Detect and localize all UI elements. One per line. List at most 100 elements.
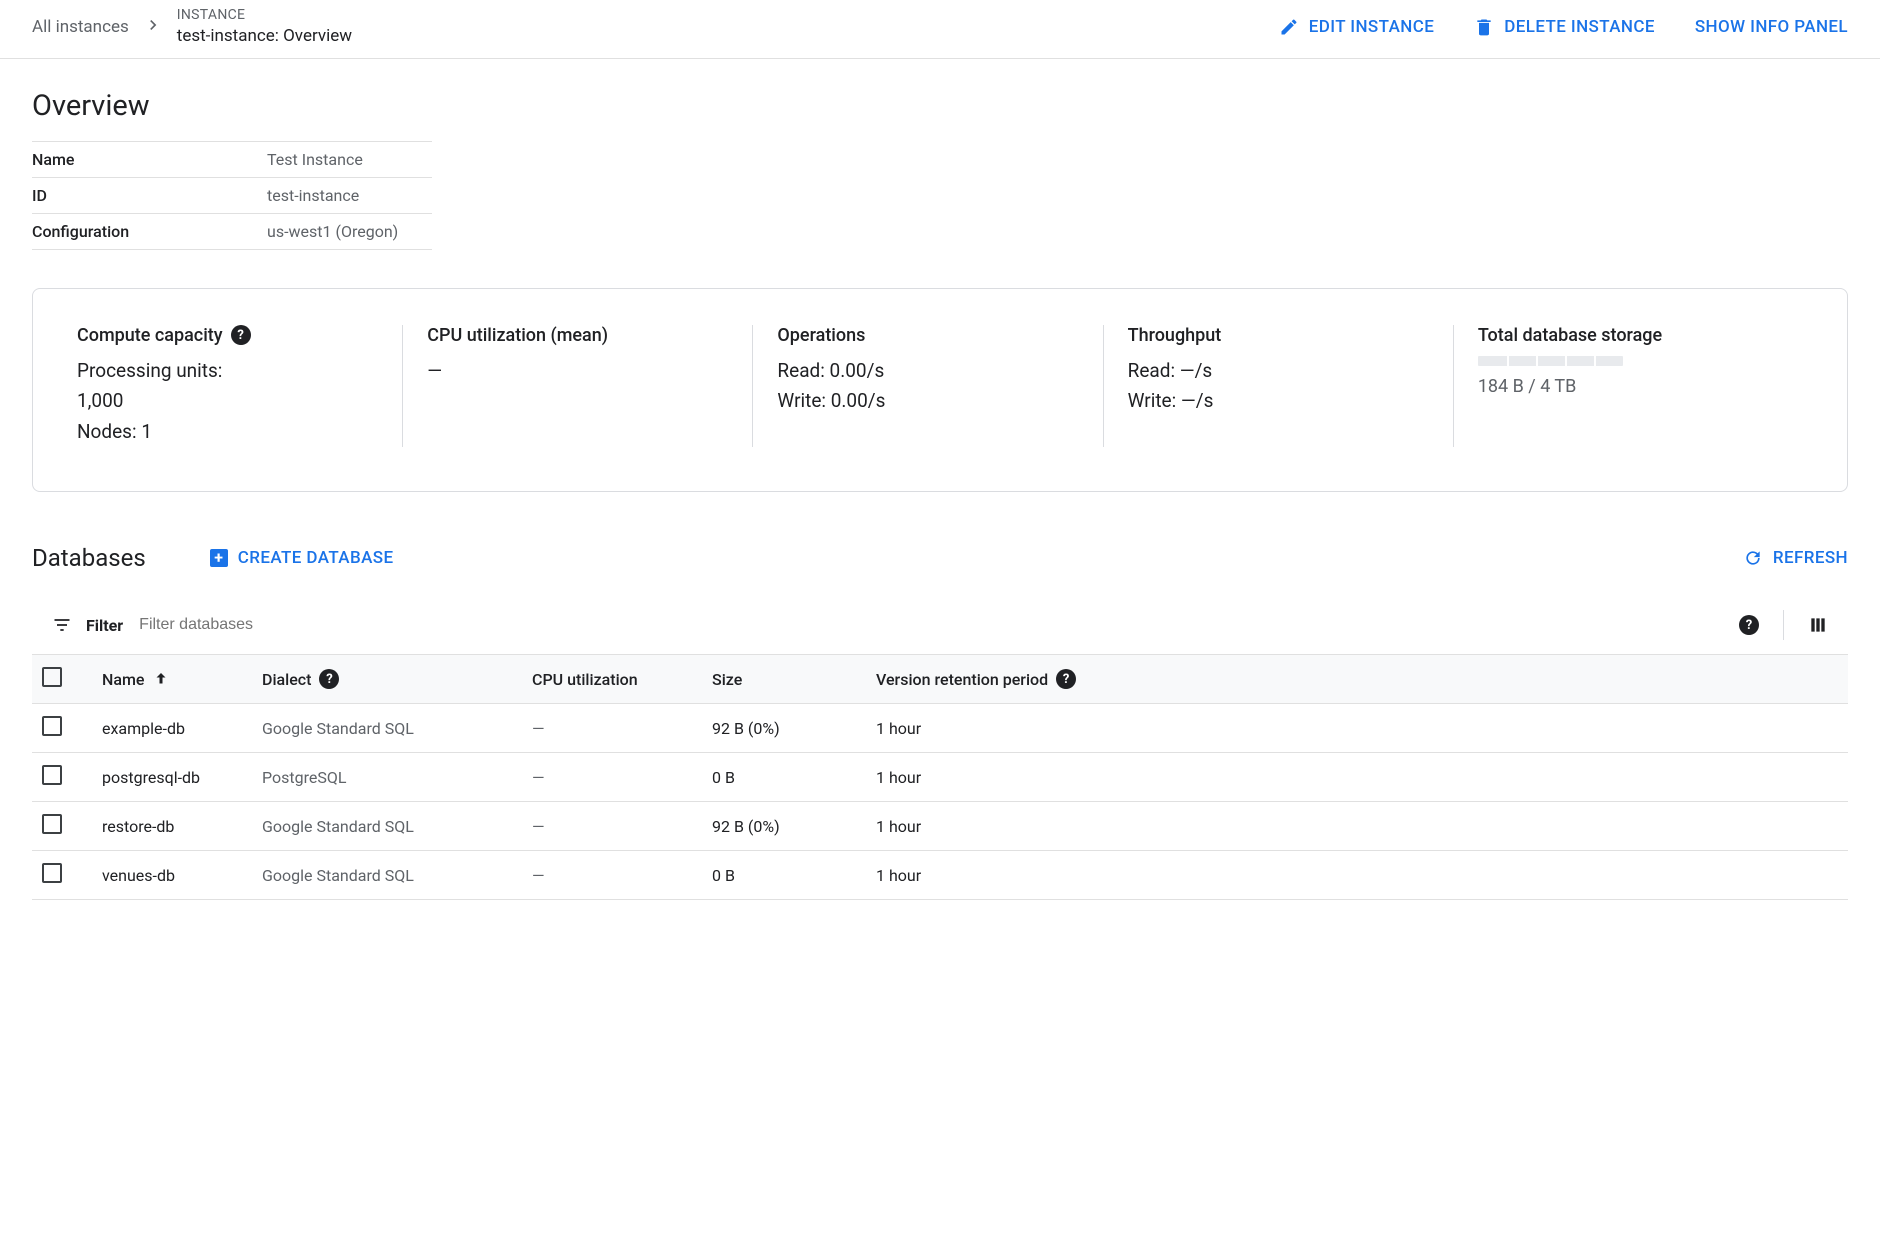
sort-asc-icon — [152, 670, 170, 688]
filter-bar: Filter ? — [32, 600, 1848, 650]
databases-title: Databases — [32, 544, 146, 572]
db-dialect-cell: Google Standard SQL — [252, 851, 522, 900]
refresh-icon — [1743, 548, 1763, 568]
db-cpu-cell: — — [522, 851, 702, 900]
table-header-row: Name Dialect ? CPU utilization Size Vers… — [32, 655, 1848, 704]
db-dialect-cell: Google Standard SQL — [252, 704, 522, 753]
storage-usage-text: 184 B / 4 TB — [1478, 376, 1779, 397]
processing-units-value: 1,000 — [77, 389, 123, 412]
overview-name-label: Name — [32, 141, 267, 177]
overview-row-id: ID test-instance — [32, 177, 432, 213]
metric-throughput-title: Throughput — [1128, 325, 1222, 346]
db-name-cell[interactable]: venues-db — [92, 851, 252, 900]
overview-row-name: Name Test Instance — [32, 141, 432, 177]
breadcrumb: All instances INSTANCE test-instance: Ov… — [32, 6, 1279, 48]
create-database-button[interactable]: + CREATE DATABASE — [210, 548, 394, 568]
table-row: example-dbGoogle Standard SQL—92 B (0%)1… — [32, 704, 1848, 753]
overview-id-label: ID — [32, 177, 267, 213]
select-all-checkbox[interactable] — [42, 667, 62, 687]
metric-compute-title: Compute capacity — [77, 325, 223, 346]
row-checkbox[interactable] — [42, 863, 62, 883]
overview-id-value: test-instance — [267, 177, 432, 213]
metric-storage: Total database storage 184 B / 4 TB — [1453, 325, 1803, 447]
db-name-cell[interactable]: example-db — [92, 704, 252, 753]
help-icon[interactable]: ? — [319, 669, 339, 689]
chevron-right-icon — [143, 15, 163, 39]
overview-config-label: Configuration — [32, 213, 267, 249]
breadcrumb-type-label: INSTANCE — [177, 6, 352, 25]
throughput-write: Write: —/s — [1128, 386, 1429, 416]
page-header: All instances INSTANCE test-instance: Ov… — [0, 0, 1880, 59]
db-name-cell[interactable]: postgresql-db — [92, 753, 252, 802]
operations-write: Write: 0.00/s — [777, 386, 1078, 416]
db-size-cell: 92 B (0%) — [702, 704, 832, 753]
divider — [1783, 610, 1784, 640]
db-dialect-cell: Google Standard SQL — [252, 802, 522, 851]
help-icon[interactable]: ? — [1739, 615, 1759, 635]
table-row: restore-dbGoogle Standard SQL—92 B (0%)1… — [32, 802, 1848, 851]
metric-throughput: Throughput Read: —/s Write: —/s — [1103, 325, 1453, 447]
db-cpu-cell: — — [522, 704, 702, 753]
overview-name-value: Test Instance — [267, 141, 432, 177]
col-name-label: Name — [102, 670, 144, 689]
delete-instance-button[interactable]: DELETE INSTANCE — [1474, 17, 1655, 37]
col-dialect-header[interactable]: Dialect ? — [252, 655, 522, 704]
col-retention-header[interactable]: Version retention period ? — [832, 655, 1848, 704]
filter-icon — [52, 615, 72, 635]
db-retention-cell: 1 hour — [832, 753, 1848, 802]
db-size-cell: 0 B — [702, 753, 832, 802]
filter-label: Filter — [86, 616, 123, 635]
table-row: postgresql-dbPostgreSQL—0 B1 hour — [32, 753, 1848, 802]
plus-icon: + — [210, 549, 228, 567]
trash-icon — [1474, 17, 1494, 37]
row-checkbox[interactable] — [42, 814, 62, 834]
row-checkbox[interactable] — [42, 716, 62, 736]
col-retention-label: Version retention period — [876, 670, 1048, 689]
databases-table: Name Dialect ? CPU utilization Size Vers… — [32, 654, 1848, 900]
refresh-label: REFRESH — [1773, 548, 1848, 568]
overview-row-config: Configuration us-west1 (Oregon) — [32, 213, 432, 249]
filter-input[interactable] — [137, 615, 1725, 635]
help-icon[interactable]: ? — [231, 325, 251, 345]
overview-properties-table: Name Test Instance ID test-instance Conf… — [32, 141, 432, 250]
db-size-cell: 0 B — [702, 851, 832, 900]
metric-cpu-title: CPU utilization (mean) — [427, 325, 608, 346]
metric-cpu-utilization: CPU utilization (mean) — — [402, 325, 752, 447]
help-icon[interactable]: ? — [1056, 669, 1076, 689]
col-dialect-label: Dialect — [262, 670, 311, 689]
db-cpu-cell: — — [522, 802, 702, 851]
col-name-header[interactable]: Name — [92, 655, 252, 704]
columns-icon[interactable] — [1808, 615, 1828, 635]
nodes-label: Nodes: — [77, 420, 137, 443]
breadcrumb-current-name: test-instance: Overview — [177, 25, 352, 48]
metric-compute-capacity: Compute capacity ? Processing units: 1,0… — [77, 325, 402, 447]
databases-section-header: Databases + CREATE DATABASE REFRESH — [32, 544, 1848, 572]
edit-instance-label: EDIT INSTANCE — [1309, 17, 1434, 37]
db-dialect-cell: PostgreSQL — [252, 753, 522, 802]
metric-operations-title: Operations — [777, 325, 865, 346]
overview-config-value: us-west1 (Oregon) — [267, 213, 432, 249]
nodes-value: 1 — [141, 420, 152, 443]
pencil-icon — [1279, 17, 1299, 37]
show-info-panel-button[interactable]: SHOW INFO PANEL — [1695, 17, 1848, 37]
db-retention-cell: 1 hour — [832, 704, 1848, 753]
col-size-header[interactable]: Size — [702, 655, 832, 704]
db-size-cell: 92 B (0%) — [702, 802, 832, 851]
edit-instance-button[interactable]: EDIT INSTANCE — [1279, 17, 1434, 37]
db-name-cell[interactable]: restore-db — [92, 802, 252, 851]
db-cpu-cell: — — [522, 753, 702, 802]
col-cpu-header[interactable]: CPU utilization — [522, 655, 702, 704]
throughput-read: Read: —/s — [1128, 356, 1429, 386]
delete-instance-label: DELETE INSTANCE — [1504, 17, 1655, 37]
refresh-button[interactable]: REFRESH — [1743, 548, 1848, 568]
db-retention-cell: 1 hour — [832, 802, 1848, 851]
db-retention-cell: 1 hour — [832, 851, 1848, 900]
page-content: Overview Name Test Instance ID test-inst… — [0, 59, 1880, 900]
breadcrumb-root-link[interactable]: All instances — [32, 17, 129, 37]
page-title: Overview — [32, 89, 1848, 123]
storage-usage-bar — [1478, 356, 1623, 366]
header-actions: EDIT INSTANCE DELETE INSTANCE SHOW INFO … — [1279, 17, 1848, 37]
row-checkbox[interactable] — [42, 765, 62, 785]
processing-units-label: Processing units: — [77, 359, 222, 382]
metrics-card: Compute capacity ? Processing units: 1,0… — [32, 288, 1848, 492]
